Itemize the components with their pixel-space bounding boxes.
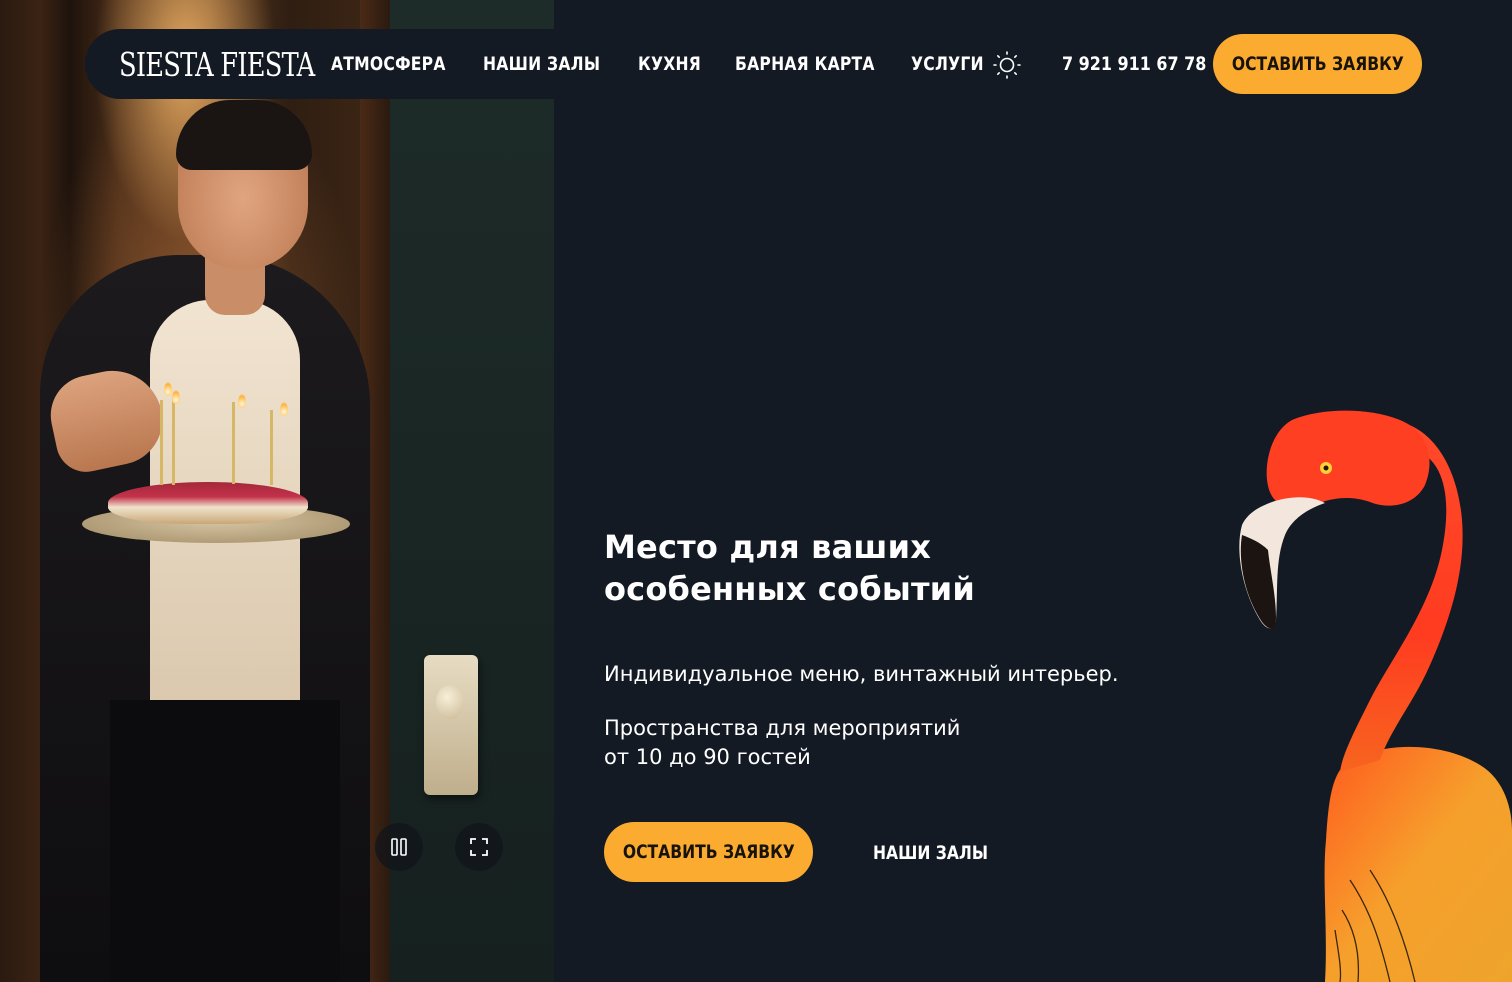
hero-halls-link[interactable]: НАШИ ЗАЛЫ	[873, 838, 988, 868]
fullscreen-icon	[470, 838, 488, 856]
nav-item-bar-menu[interactable]: БАРНАЯ КАРТА	[735, 53, 875, 75]
nav-item-services[interactable]: УСЛУГИ	[911, 53, 984, 75]
photo-candle-flame	[164, 382, 172, 396]
hero-capacity-line1: Пространства для мероприятий	[604, 716, 961, 740]
photo-person-hair	[176, 100, 312, 170]
sun-icon	[993, 51, 1021, 79]
flamingo-illustration	[1239, 410, 1512, 982]
photo-candle-flame	[238, 394, 246, 408]
site-logo[interactable]: SIESTA FIESTA	[119, 43, 315, 85]
photo-candle-flame	[172, 390, 180, 404]
hero-title-line2: особенных событий	[604, 570, 975, 608]
photo-candle	[232, 402, 235, 484]
hero-title: Место для ваших особенных событий	[604, 526, 1024, 610]
hero-title-line1: Место для ваших	[604, 528, 932, 566]
nav-item-kitchen[interactable]: КУХНЯ	[638, 53, 701, 75]
main-nav: АТМОСФЕРА НАШИ ЗАЛЫ КУХНЯ БАРНАЯ КАРТА У…	[331, 29, 1000, 99]
nav-item-atmosphere[interactable]: АТМОСФЕРА	[331, 53, 446, 75]
phone-link[interactable]: 7 921 911 67 78	[1062, 29, 1206, 99]
hero-capacity: Пространства для мероприятий от 10 до 90…	[604, 714, 1004, 772]
hero-request-button[interactable]: ОСТАВИТЬ ЗАЯВКУ	[604, 822, 813, 882]
hero-photo	[0, 0, 554, 982]
hero-request-label: ОСТАВИТЬ ЗАЯВКУ	[622, 841, 795, 863]
pause-icon	[391, 838, 407, 856]
hero-subtitle: Индивидуальное меню, винтажный интерьер.	[604, 662, 1119, 686]
site-header: SIESTA FIESTA АТМОСФЕРА НАШИ ЗАЛЫ КУХНЯ …	[85, 29, 1425, 99]
photo-person-pants	[110, 700, 340, 982]
photo-candle-flame	[280, 402, 288, 416]
photo-light-switch	[424, 655, 478, 795]
photo-switch-knob	[436, 685, 464, 719]
hero-capacity-line2: от 10 до 90 гостей	[604, 745, 811, 769]
header-request-button[interactable]: ОСТАВИТЬ ЗАЯВКУ	[1213, 34, 1422, 94]
video-pause-button[interactable]	[375, 823, 423, 871]
video-fullscreen-button[interactable]	[455, 823, 503, 871]
photo-candle	[270, 410, 273, 485]
theme-toggle-button[interactable]	[992, 50, 1022, 80]
photo-candle	[160, 400, 163, 485]
photo-candle	[172, 398, 175, 485]
nav-item-halls[interactable]: НАШИ ЗАЛЫ	[483, 53, 600, 75]
header-request-label: ОСТАВИТЬ ЗАЯВКУ	[1231, 53, 1404, 75]
photo-cake	[108, 482, 308, 524]
